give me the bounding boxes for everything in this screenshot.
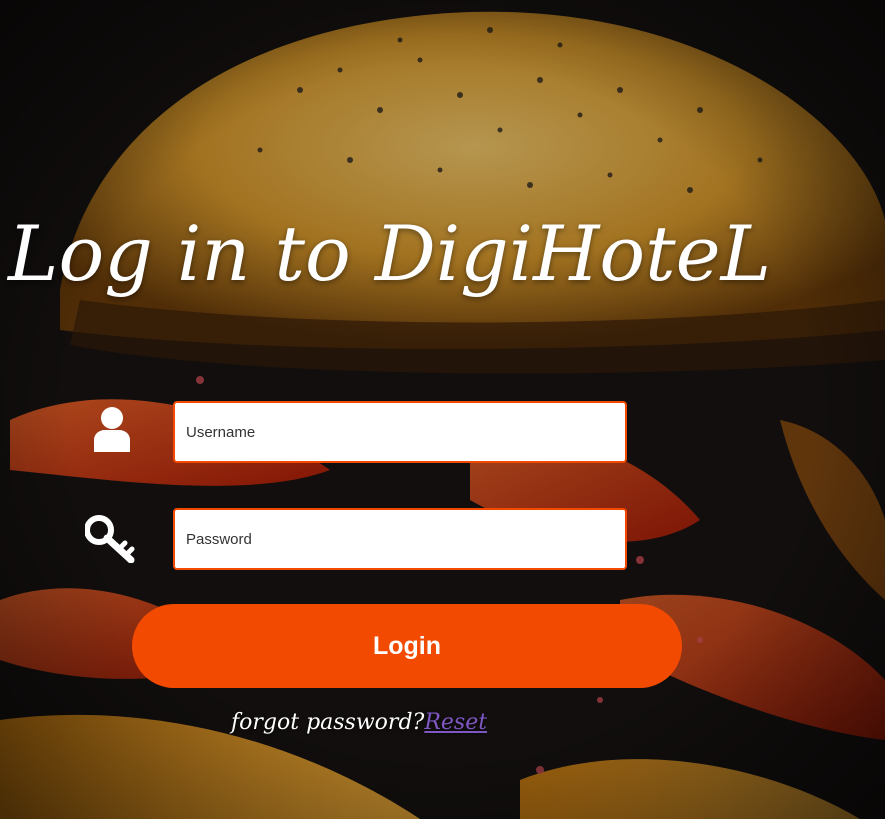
forgot-password-text: forgot password? xyxy=(231,710,425,735)
key-icon xyxy=(84,515,137,564)
forgot-password-line: forgot password?Reset xyxy=(231,710,487,735)
user-icon xyxy=(92,406,132,454)
page-title: Log in to DigiHoteL xyxy=(8,209,772,298)
password-input[interactable] xyxy=(173,508,627,570)
username-input[interactable] xyxy=(173,401,627,463)
reset-link[interactable]: Reset xyxy=(424,710,487,735)
login-button[interactable]: Login xyxy=(132,604,682,688)
